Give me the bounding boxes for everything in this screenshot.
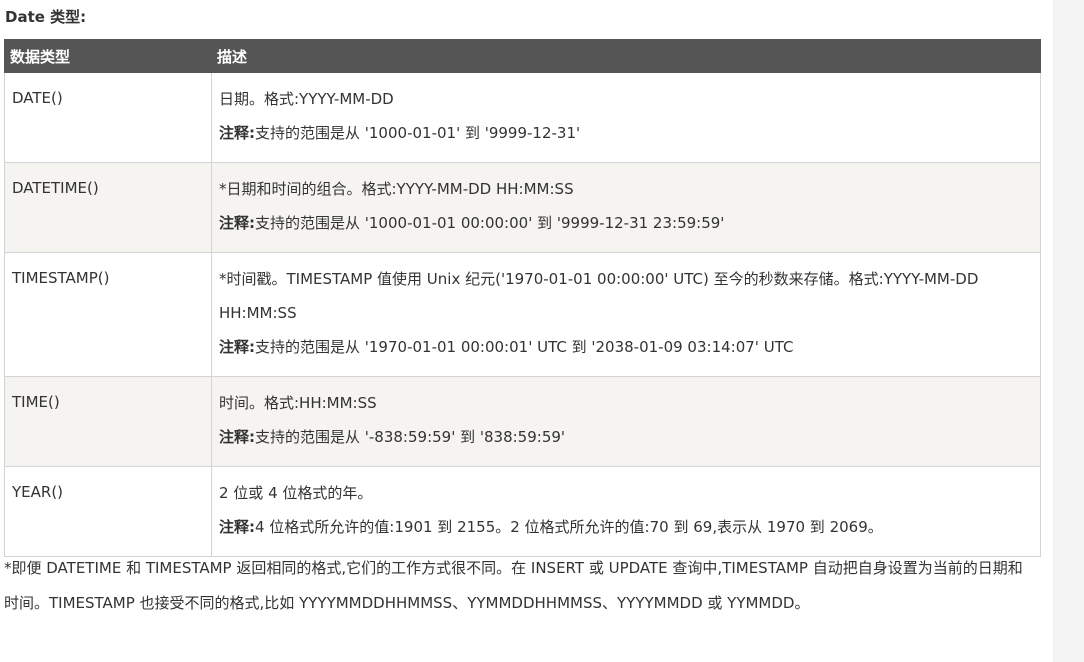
note-text: 支持的范围是从 '1000-01-01' 到 '9999-12-31' xyxy=(255,124,581,142)
note-line: 注释:支持的范围是从 '1000-01-01' 到 '9999-12-31' xyxy=(219,116,1033,150)
type-cell: YEAR() xyxy=(4,466,212,557)
description-cell: 日期。格式:YYYY-MM-DD 注释:支持的范围是从 '1000-01-01'… xyxy=(211,72,1041,163)
table-header-row: 数据类型 描述 xyxy=(4,39,1041,73)
section-title: Date 类型: xyxy=(5,8,87,26)
header-data-type: 数据类型 xyxy=(4,39,212,73)
description-cell: 2 位或 4 位格式的年。 注释:4 位格式所允许的值:1901 到 2155。… xyxy=(211,466,1041,557)
note-line: 注释:支持的范围是从 '1000-01-01 00:00:00' 到 '9999… xyxy=(219,206,1033,240)
note-text: 支持的范围是从 '1000-01-01 00:00:00' 到 '9999-12… xyxy=(255,214,725,232)
type-cell: TIME() xyxy=(4,376,212,467)
table-row: TIMESTAMP() *时间戳。TIMESTAMP 值使用 Unix 纪元('… xyxy=(4,252,1041,377)
table-row: YEAR() 2 位或 4 位格式的年。 注释:4 位格式所允许的值:1901 … xyxy=(4,466,1041,557)
note-text: 支持的范围是从 '1970-01-01 00:00:01' UTC 到 '203… xyxy=(255,338,794,356)
note-text: 支持的范围是从 '-838:59:59' 到 '838:59:59' xyxy=(255,428,566,446)
note-label: 注释: xyxy=(219,428,255,446)
table-row: DATE() 日期。格式:YYYY-MM-DD 注释:支持的范围是从 '1000… xyxy=(4,72,1041,163)
note-line: 注释:支持的范围是从 '-838:59:59' 到 '838:59:59' xyxy=(219,420,1033,454)
note-label: 注释: xyxy=(219,338,255,356)
type-cell: DATE() xyxy=(4,72,212,163)
description-cell: *日期和时间的组合。格式:YYYY-MM-DD HH:MM:SS 注释:支持的范… xyxy=(211,162,1041,253)
description-text: 2 位或 4 位格式的年。 xyxy=(219,484,373,502)
description-text: *日期和时间的组合。格式:YYYY-MM-DD HH:MM:SS xyxy=(219,180,574,198)
note-line: 注释:支持的范围是从 '1970-01-01 00:00:01' UTC 到 '… xyxy=(219,330,1033,364)
right-gutter xyxy=(1053,0,1084,662)
note-line: 注释:4 位格式所允许的值:1901 到 2155。2 位格式所允许的值:70 … xyxy=(219,510,1033,544)
note-label: 注释: xyxy=(219,124,255,142)
description-text: 时间。格式:HH:MM:SS xyxy=(219,394,377,412)
header-description: 描述 xyxy=(211,39,1041,73)
note-label: 注释: xyxy=(219,518,255,536)
date-types-table: 数据类型 描述 DATE() 日期。格式:YYYY-MM-DD 注释:支持的范围… xyxy=(4,39,1041,557)
note-text: 4 位格式所允许的值:1901 到 2155。2 位格式所允许的值:70 到 6… xyxy=(255,518,883,536)
footnote: *即便 DATETIME 和 TIMESTAMP 返回相同的格式,它们的工作方式… xyxy=(4,559,1023,612)
description-text: 日期。格式:YYYY-MM-DD xyxy=(219,90,394,108)
table-row: TIME() 时间。格式:HH:MM:SS 注释:支持的范围是从 '-838:5… xyxy=(4,376,1041,467)
description-cell: *时间戳。TIMESTAMP 值使用 Unix 纪元('1970-01-01 0… xyxy=(211,252,1041,377)
table-row: DATETIME() *日期和时间的组合。格式:YYYY-MM-DD HH:MM… xyxy=(4,162,1041,253)
note-label: 注释: xyxy=(219,214,255,232)
type-cell: DATETIME() xyxy=(4,162,212,253)
description-cell: 时间。格式:HH:MM:SS 注释:支持的范围是从 '-838:59:59' 到… xyxy=(211,376,1041,467)
description-text: *时间戳。TIMESTAMP 值使用 Unix 纪元('1970-01-01 0… xyxy=(219,270,979,322)
type-cell: TIMESTAMP() xyxy=(4,252,212,377)
